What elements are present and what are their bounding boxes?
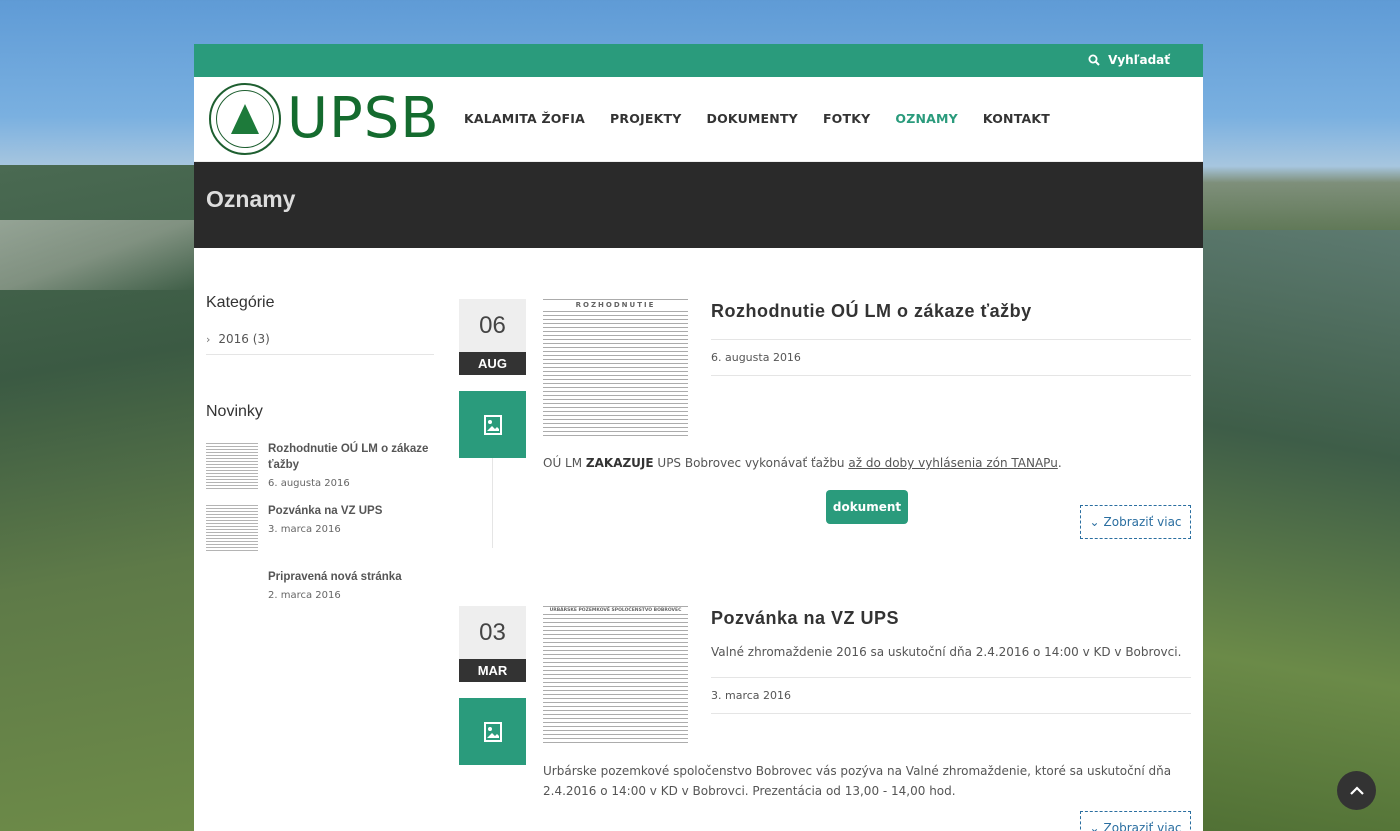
post-thumbnail[interactable]: ROZHODNUTIE <box>543 299 688 439</box>
post-date-box: 06 AUG <box>459 299 526 375</box>
post-day: 03 <box>459 606 526 659</box>
post-date-box: 03 MAR <box>459 606 526 682</box>
nav-item-projekty[interactable]: PROJEKTY <box>610 111 681 126</box>
chevron-up-icon <box>1349 785 1364 795</box>
nav-item-kalamita[interactable]: KALAMITA ŽOFIA <box>464 111 585 126</box>
chevron-down-icon: ⌄ <box>1089 821 1100 831</box>
nav-item-fotky[interactable]: FOTKY <box>823 111 870 126</box>
background-mountain-left <box>0 165 195 831</box>
background-mountain-right <box>1203 230 1400 831</box>
excerpt-text: OÚ LM <box>543 456 586 470</box>
news-thumbnail <box>206 443 258 491</box>
post-article: 06 AUG ROZHODNUTIE Rozhodnutie OÚ LM o z… <box>459 299 1191 549</box>
nav-item-oznamy[interactable]: OZNAMY <box>895 111 958 126</box>
nav-item-dokumenty[interactable]: DOKUMENTY <box>707 111 798 126</box>
post-article: 03 MAR URBÁRSKE POZEMKOVÉ SPOLOČENSTVO B… <box>459 606 1191 831</box>
news-item[interactable]: Pozvánka na VZ UPS 3. marca 2016 <box>206 503 434 553</box>
news-title[interactable]: Pripravená nová stránka <box>268 569 402 585</box>
site-logo[interactable]: UPSB <box>209 83 440 155</box>
news-item[interactable]: Pripravená nová stránka 2. marca 2016 <box>206 569 434 619</box>
news-date: 6. augusta 2016 <box>268 478 350 489</box>
page-container: Vyhľadať UPSB KALAMITA ŽOFIA PROJEKTY DO… <box>194 44 1203 831</box>
read-more-label: Zobraziť viac <box>1103 821 1182 831</box>
chevron-right-icon: › <box>206 332 211 346</box>
post-date: 3. marca 2016 <box>711 677 1191 714</box>
news-item[interactable]: Rozhodnutie OÚ LM o zákaze ťažby 6. augu… <box>206 441 434 491</box>
document-button[interactable]: dokument <box>826 490 908 524</box>
excerpt-text: UPS Bobrovec vykonávať ťažbu <box>653 456 849 470</box>
timeline-line <box>492 458 493 548</box>
search-icon <box>1088 54 1100 66</box>
post-day: 06 <box>459 299 526 352</box>
post-excerpt: OÚ LM ZAKAZUJE UPS Bobrovec vykonávať ťa… <box>543 453 1193 473</box>
search-label: Vyhľadať <box>1108 53 1170 67</box>
site-header: UPSB KALAMITA ŽOFIA PROJEKTY DOKUMENTY F… <box>194 77 1203 162</box>
top-bar: Vyhľadať <box>194 44 1203 77</box>
category-item[interactable]: › 2016 (3) <box>206 332 434 355</box>
post-date: 6. augusta 2016 <box>711 339 1191 376</box>
sidebar: Kategórie › 2016 (3) Novinky Rozhodnutie… <box>206 294 434 631</box>
image-format-icon <box>459 698 526 765</box>
logo-seal-icon <box>209 83 281 155</box>
post-lead: Valné zhromaždenie 2016 sa uskutoční dňa… <box>711 645 1182 659</box>
post-title[interactable]: Pozvánka na VZ UPS <box>711 608 899 629</box>
categories-heading: Kategórie <box>206 294 275 311</box>
thumbnail-heading: URBÁRSKE POZEMKOVÉ SPOLOČENSTVO BOBROVEC <box>543 608 688 613</box>
search-link[interactable]: Vyhľadať <box>1088 53 1170 67</box>
post-month: AUG <box>459 352 526 375</box>
post-month: MAR <box>459 659 526 682</box>
news-date: 3. marca 2016 <box>268 524 341 535</box>
page-title: Oznamy <box>206 186 296 212</box>
post-thumbnail[interactable]: URBÁRSKE POZEMKOVÉ SPOLOČENSTVO BOBROVEC <box>543 606 688 746</box>
excerpt-bold: ZAKAZUJE <box>585 456 654 470</box>
news-title[interactable]: Pozvánka na VZ UPS <box>268 503 382 519</box>
news-date: 2. marca 2016 <box>268 590 341 601</box>
page-title-band: Oznamy <box>194 162 1203 248</box>
read-more-button[interactable]: ⌄ Zobraziť viac <box>1080 505 1191 539</box>
news-thumbnail <box>206 571 258 619</box>
image-format-icon <box>459 391 526 458</box>
read-more-label: Zobraziť viac <box>1103 515 1182 529</box>
read-more-button[interactable]: ⌄ Zobraziť viac <box>1080 811 1191 831</box>
post-title[interactable]: Rozhodnutie OÚ LM o zákaze ťažby <box>711 301 1032 322</box>
chevron-down-icon: ⌄ <box>1089 515 1100 529</box>
excerpt-text: . <box>1057 456 1062 470</box>
thumbnail-heading: ROZHODNUTIE <box>543 301 688 309</box>
news-heading: Novinky <box>206 403 263 420</box>
category-label: 2016 (3) <box>218 332 270 346</box>
post-excerpt: Urbárske pozemkové spoločenstvo Bobrovec… <box>543 764 1172 798</box>
scroll-to-top-button[interactable] <box>1337 771 1376 810</box>
news-title[interactable]: Rozhodnutie OÚ LM o zákaze ťažby <box>268 441 434 473</box>
news-thumbnail <box>206 505 258 553</box>
logo-text: UPSB <box>287 86 440 151</box>
nav-item-kontakt[interactable]: KONTAKT <box>983 111 1050 126</box>
excerpt-link[interactable]: až do doby vyhlásenia zón TANAPu <box>848 456 1057 470</box>
main-nav: KALAMITA ŽOFIA PROJEKTY DOKUMENTY FOTKY … <box>464 111 1075 126</box>
